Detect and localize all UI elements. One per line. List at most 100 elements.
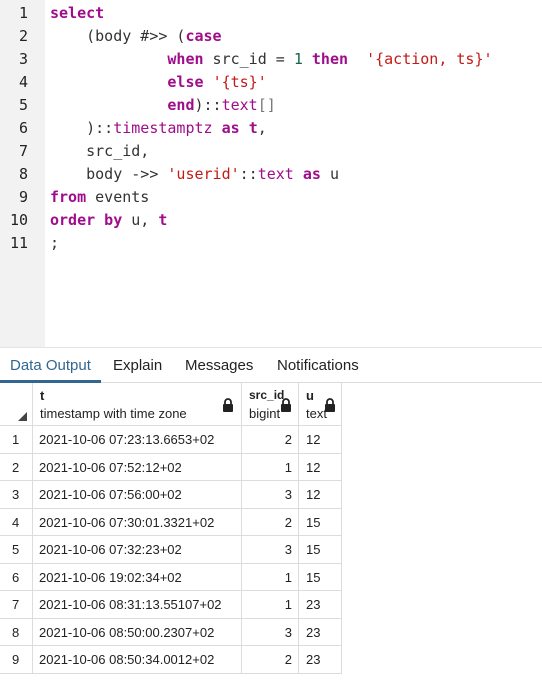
sql-editor[interactable]: 1 2 3 4 5 6 7 8 9 10 11 select (body #>> (case whe… bbox=[0, 0, 542, 347]
cell-src-id[interactable]: 2 bbox=[242, 646, 299, 674]
code-token: src_id = bbox=[203, 50, 294, 68]
tab-data-output[interactable]: Data Output bbox=[0, 348, 101, 383]
code-token: :: bbox=[239, 165, 258, 183]
row-number[interactable]: 6 bbox=[0, 563, 33, 591]
cell-src-id[interactable]: 2 bbox=[242, 426, 299, 454]
code-token: then bbox=[311, 50, 349, 68]
code-line: body ->> 'userid'::text as u bbox=[50, 163, 339, 186]
code-line: from events bbox=[50, 186, 149, 209]
line-number: 2 bbox=[18, 27, 28, 45]
code-token: body ->> bbox=[50, 165, 168, 183]
code-line: select bbox=[50, 2, 104, 25]
row-number[interactable]: 8 bbox=[0, 618, 33, 646]
code-token: '{ts}' bbox=[212, 73, 267, 91]
cell-t[interactable]: 2021-10-06 08:50:34.0012+02 bbox=[33, 646, 242, 674]
table-row[interactable]: 4 2021-10-06 07:30:01.3321+02 2 15 bbox=[0, 508, 342, 536]
line-number: 8 bbox=[18, 165, 28, 183]
line-number: 5 bbox=[18, 96, 28, 114]
table-row[interactable]: 7 2021-10-06 08:31:13.55107+02 1 23 bbox=[0, 591, 342, 619]
code-token: u, bbox=[122, 211, 159, 229]
tab-messages[interactable]: Messages bbox=[175, 348, 263, 383]
cell-src-id[interactable]: 2 bbox=[242, 508, 299, 536]
cell-t[interactable]: 2021-10-06 19:02:34+02 bbox=[33, 563, 242, 591]
code-token: text bbox=[257, 165, 294, 183]
code-token: as bbox=[221, 119, 240, 137]
row-number[interactable]: 4 bbox=[0, 508, 33, 536]
lock-icon bbox=[325, 398, 335, 412]
table-row[interactable]: 1 2021-10-06 07:23:13.6653+02 2 12 bbox=[0, 426, 342, 454]
cell-t[interactable]: 2021-10-06 07:30:01.3321+02 bbox=[33, 508, 242, 536]
sort-corner-icon bbox=[18, 412, 27, 421]
cell-src-id[interactable]: 1 bbox=[242, 563, 299, 591]
row-number[interactable]: 5 bbox=[0, 536, 33, 564]
line-number: 11 bbox=[9, 234, 28, 252]
result-tabs: Data Output Explain Messages Notificatio… bbox=[0, 347, 542, 383]
table-row[interactable]: 5 2021-10-06 07:32:23+02 3 15 bbox=[0, 536, 342, 564]
cell-u[interactable]: 12 bbox=[299, 453, 342, 481]
cell-u[interactable]: 23 bbox=[299, 618, 342, 646]
table-row[interactable]: 3 2021-10-06 07:56:00+02 3 12 bbox=[0, 481, 342, 509]
cell-u[interactable]: 12 bbox=[299, 426, 342, 454]
table-row[interactable]: 8 2021-10-06 08:50:00.2307+02 3 23 bbox=[0, 618, 342, 646]
column-type: timestamp with time zone bbox=[40, 406, 187, 421]
tab-notifications[interactable]: Notifications bbox=[267, 348, 369, 383]
code-token: end bbox=[167, 96, 195, 114]
table-row[interactable]: 6 2021-10-06 19:02:34+02 1 15 bbox=[0, 563, 342, 591]
grid-corner[interactable] bbox=[0, 383, 33, 426]
code-token: ):: bbox=[194, 96, 222, 114]
cell-t[interactable]: 2021-10-06 07:32:23+02 bbox=[33, 536, 242, 564]
cell-t[interactable]: 2021-10-06 08:50:00.2307+02 bbox=[33, 618, 242, 646]
cell-t[interactable]: 2021-10-06 07:56:00+02 bbox=[33, 481, 242, 509]
row-number[interactable]: 7 bbox=[0, 591, 33, 619]
code-token: (body #>> ( bbox=[50, 27, 186, 45]
column-name: u bbox=[306, 388, 314, 403]
code-token: ):: bbox=[50, 119, 114, 137]
cell-src-id[interactable]: 1 bbox=[242, 453, 299, 481]
code-token: text bbox=[221, 96, 258, 114]
cell-u[interactable]: 15 bbox=[299, 536, 342, 564]
table-row[interactable]: 2 2021-10-06 07:52:12+02 1 12 bbox=[0, 453, 342, 481]
code-line: when src_id = 1 then '{action, ts}' bbox=[50, 48, 492, 71]
cell-u[interactable]: 23 bbox=[299, 646, 342, 674]
code-token: 1 bbox=[293, 50, 303, 68]
row-number[interactable]: 2 bbox=[0, 453, 33, 481]
code-token: else bbox=[167, 73, 204, 91]
line-number-gutter: 1 2 3 4 5 6 7 8 9 10 11 bbox=[0, 0, 45, 347]
cell-t[interactable]: 2021-10-06 07:23:13.6653+02 bbox=[33, 426, 242, 454]
column-header-u[interactable]: u text bbox=[299, 383, 342, 426]
cell-t[interactable]: 2021-10-06 08:31:13.55107+02 bbox=[33, 591, 242, 619]
cell-u[interactable]: 15 bbox=[299, 508, 342, 536]
row-number[interactable]: 9 bbox=[0, 646, 33, 674]
code-token: from bbox=[50, 188, 87, 206]
code-token: t bbox=[158, 211, 168, 229]
row-number[interactable]: 3 bbox=[0, 481, 33, 509]
code-token: events bbox=[86, 188, 150, 206]
cell-src-id[interactable]: 3 bbox=[242, 481, 299, 509]
tab-explain[interactable]: Explain bbox=[103, 348, 172, 383]
cell-src-id[interactable]: 3 bbox=[242, 618, 299, 646]
cell-u[interactable]: 15 bbox=[299, 563, 342, 591]
column-header-src-id[interactable]: src_id bigint bbox=[242, 383, 299, 426]
row-number[interactable]: 1 bbox=[0, 426, 33, 454]
lock-icon bbox=[281, 398, 291, 412]
cell-t[interactable]: 2021-10-06 07:52:12+02 bbox=[33, 453, 242, 481]
code-line: src_id, bbox=[50, 140, 149, 163]
code-line: (body #>> (case bbox=[50, 25, 221, 48]
cell-src-id[interactable]: 1 bbox=[242, 591, 299, 619]
line-number: 7 bbox=[18, 142, 28, 160]
cell-u[interactable]: 23 bbox=[299, 591, 342, 619]
code-line: else '{ts}' bbox=[50, 71, 267, 94]
code-token: , bbox=[257, 119, 267, 137]
code-token: timestamptz bbox=[113, 119, 213, 137]
cell-src-id[interactable]: 3 bbox=[242, 536, 299, 564]
code-token: ; bbox=[50, 234, 60, 252]
code-line: order by u, t bbox=[50, 209, 167, 232]
line-number: 4 bbox=[18, 73, 28, 91]
table-row[interactable]: 9 2021-10-06 08:50:34.0012+02 2 23 bbox=[0, 646, 342, 674]
cell-u[interactable]: 12 bbox=[299, 481, 342, 509]
column-header-t[interactable]: t timestamp with time zone bbox=[33, 383, 242, 426]
